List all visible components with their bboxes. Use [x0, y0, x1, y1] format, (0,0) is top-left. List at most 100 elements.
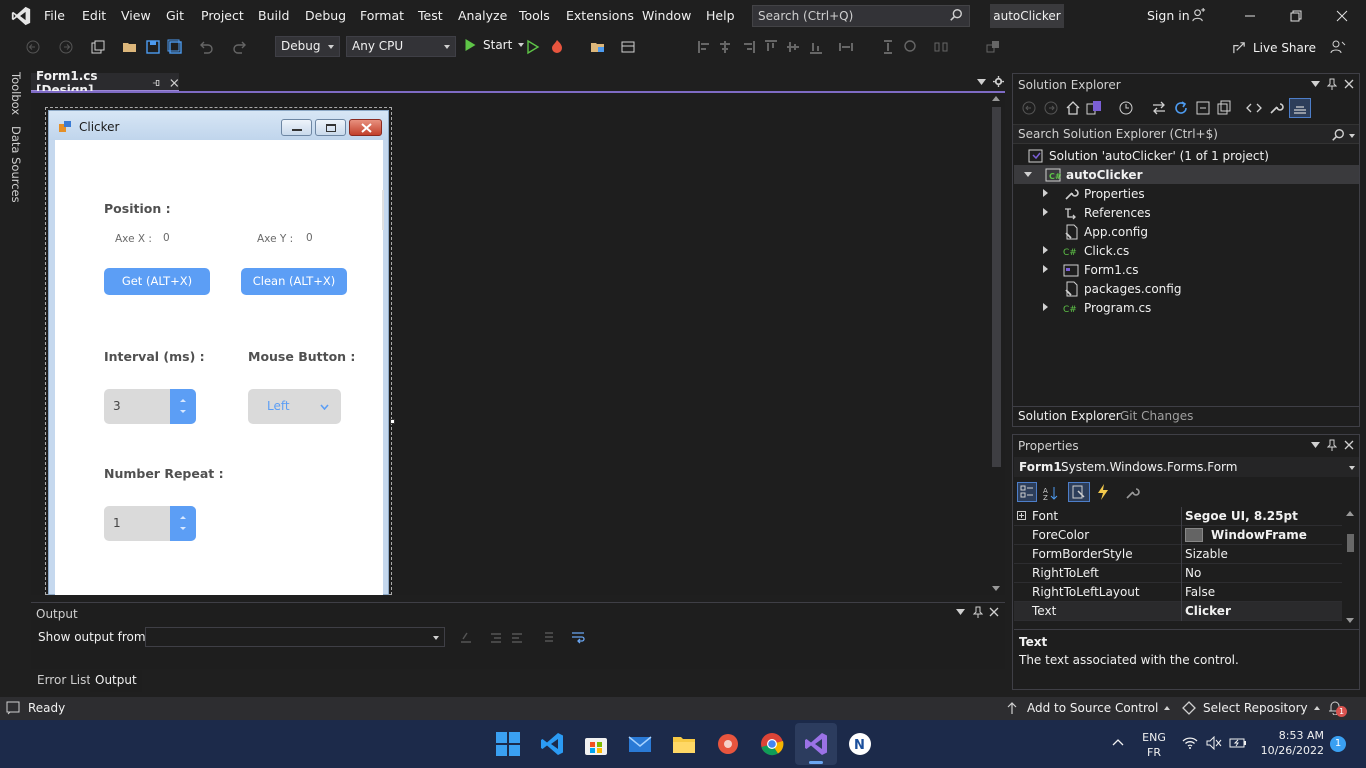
- form-maximize-button[interactable]: [315, 119, 346, 136]
- menu-edit[interactable]: Edit: [82, 8, 106, 23]
- spin-up-icon[interactable]: [180, 516, 186, 519]
- se-dropdown-icon[interactable]: [1311, 81, 1320, 87]
- menu-analyze[interactable]: Analyze: [458, 8, 507, 23]
- clear-all-icon[interactable]: [541, 630, 555, 644]
- tab-dropdown-icon[interactable]: [977, 79, 986, 85]
- expand-references-icon[interactable]: [1043, 208, 1048, 216]
- photos-icon[interactable]: [715, 731, 741, 757]
- toolbox-tab[interactable]: Toolbox: [9, 72, 23, 115]
- designer-scrollbar[interactable]: [988, 95, 1005, 593]
- align-bottom-icon[interactable]: [808, 39, 824, 55]
- output-dropdown-icon[interactable]: [956, 609, 965, 615]
- save-icon[interactable]: [145, 39, 161, 55]
- se-pin-icon[interactable]: [1327, 78, 1337, 90]
- form-window[interactable]: Clicker Position : Axe X : 0 Axe Y : 0 G…: [48, 110, 389, 595]
- menu-help[interactable]: Help: [706, 8, 735, 23]
- spin-down-icon[interactable]: [180, 410, 186, 413]
- props-dropdown-icon[interactable]: [1311, 442, 1320, 448]
- close-icon[interactable]: [1332, 6, 1352, 26]
- menu-format[interactable]: Format: [360, 8, 404, 23]
- notification-center-badge[interactable]: 1: [1330, 736, 1346, 752]
- events-lightning-icon[interactable]: [1096, 484, 1110, 500]
- prev-message-icon[interactable]: [489, 630, 503, 644]
- pin-icon[interactable]: [152, 78, 161, 88]
- undo-icon[interactable]: [198, 39, 214, 55]
- next-message-icon[interactable]: [510, 630, 524, 644]
- minimize-icon[interactable]: [1240, 6, 1260, 26]
- se-forward-icon[interactable]: [1044, 101, 1058, 115]
- align-right-icon[interactable]: [740, 39, 756, 55]
- wifi-icon[interactable]: [1182, 737, 1198, 749]
- configuration-select[interactable]: Debug: [275, 36, 340, 57]
- tree-item-app-config[interactable]: App.config: [1063, 222, 1148, 241]
- find-message-icon[interactable]: [459, 630, 473, 644]
- prop-row-forecolor[interactable]: ForeColor WindowFrame: [1014, 526, 1342, 545]
- menu-view[interactable]: View: [121, 8, 151, 23]
- clock[interactable]: 8:53 AM 10/26/2022: [1258, 728, 1324, 758]
- number-repeat-stepper[interactable]: 1: [104, 506, 196, 541]
- tree-item-program-cs[interactable]: C# Program.cs: [1063, 298, 1151, 317]
- settings-gear-icon[interactable]: [993, 76, 1004, 87]
- microsoft-store-icon[interactable]: [583, 731, 609, 757]
- add-to-source-control[interactable]: Add to Source Control: [1027, 701, 1171, 715]
- property-pages-icon[interactable]: [1124, 485, 1140, 501]
- tree-item-packages-config[interactable]: packages.config: [1063, 279, 1181, 298]
- platform-select[interactable]: Any CPU: [346, 36, 456, 57]
- align-left-icon[interactable]: [697, 39, 713, 55]
- expand-font-icon[interactable]: [1017, 511, 1026, 520]
- same-height-icon[interactable]: [880, 39, 896, 55]
- same-width-icon[interactable]: [838, 39, 854, 55]
- close-tab-icon[interactable]: [170, 78, 179, 88]
- align-top-icon[interactable]: [763, 39, 779, 55]
- clean-button[interactable]: Clean (ALT+X): [241, 268, 347, 295]
- visual-studio-taskbar-icon[interactable]: [803, 731, 829, 757]
- browse-folder-icon[interactable]: [590, 39, 606, 55]
- form-close-button[interactable]: [349, 119, 382, 136]
- sign-in-link[interactable]: Sign in: [1147, 8, 1190, 23]
- home-icon[interactable]: [1065, 100, 1081, 116]
- search-input[interactable]: Search (Ctrl+Q): [752, 5, 970, 27]
- mouse-button-select[interactable]: Left: [248, 389, 341, 424]
- notifications-button[interactable]: 1: [1328, 700, 1350, 718]
- app-n-icon[interactable]: N: [847, 731, 873, 757]
- new-project-icon[interactable]: [90, 39, 106, 55]
- forward-icon[interactable]: [58, 39, 74, 55]
- windows-start-icon[interactable]: [495, 731, 521, 757]
- bring-front-icon[interactable]: [985, 39, 1001, 55]
- tab-form1-design[interactable]: Form1.cs [Design]: [31, 69, 179, 97]
- props-scrollbar[interactable]: [1342, 507, 1359, 627]
- start-without-debugging-icon[interactable]: [525, 39, 541, 55]
- properties-wrench-icon[interactable]: [1268, 100, 1284, 116]
- output-close-icon[interactable]: [989, 607, 999, 617]
- se-close-icon[interactable]: [1344, 79, 1354, 89]
- solution-search-input[interactable]: Search Solution Explorer (Ctrl+$): [1013, 124, 1359, 144]
- prop-row-formborderstyle[interactable]: FormBorderStyle Sizable: [1014, 545, 1342, 564]
- redo-icon[interactable]: [232, 39, 248, 55]
- zoom-icon[interactable]: [903, 39, 919, 55]
- project-expanded-icon[interactable]: [1024, 172, 1032, 177]
- select-repository[interactable]: Select Repository: [1203, 701, 1320, 715]
- tree-item-form1-cs[interactable]: Form1.cs: [1063, 260, 1139, 279]
- props-close-icon[interactable]: [1344, 440, 1354, 450]
- spacing-icon[interactable]: [933, 39, 949, 55]
- view-designer-toggle[interactable]: [1289, 98, 1311, 118]
- tab-error-list[interactable]: Error List: [37, 673, 91, 687]
- object-selector[interactable]: Form1 System.Windows.Forms.Form: [1014, 457, 1359, 477]
- data-sources-tab[interactable]: Data Sources: [9, 126, 23, 203]
- menu-file[interactable]: File: [44, 8, 65, 23]
- tree-project-autoclicker[interactable]: C# autoClicker: [1045, 165, 1142, 184]
- prop-row-righttoleft[interactable]: RightToLeft No: [1014, 564, 1342, 583]
- show-hidden-icons-chevron[interactable]: [1112, 738, 1124, 746]
- align-center-icon[interactable]: [717, 39, 733, 55]
- form-minimize-button[interactable]: [281, 119, 312, 136]
- search-options-chevron-icon[interactable]: [1349, 134, 1355, 138]
- prop-row-text[interactable]: Text Clicker: [1014, 602, 1342, 621]
- back-icon[interactable]: [25, 39, 41, 55]
- menu-project[interactable]: Project: [201, 8, 244, 23]
- hot-reload-icon[interactable]: [549, 39, 565, 55]
- volume-muted-icon[interactable]: [1206, 736, 1222, 750]
- chrome-icon[interactable]: [759, 731, 785, 757]
- mail-icon[interactable]: [627, 731, 653, 757]
- tab-git-changes[interactable]: Git Changes: [1120, 409, 1193, 423]
- spin-up-icon[interactable]: [180, 399, 186, 402]
